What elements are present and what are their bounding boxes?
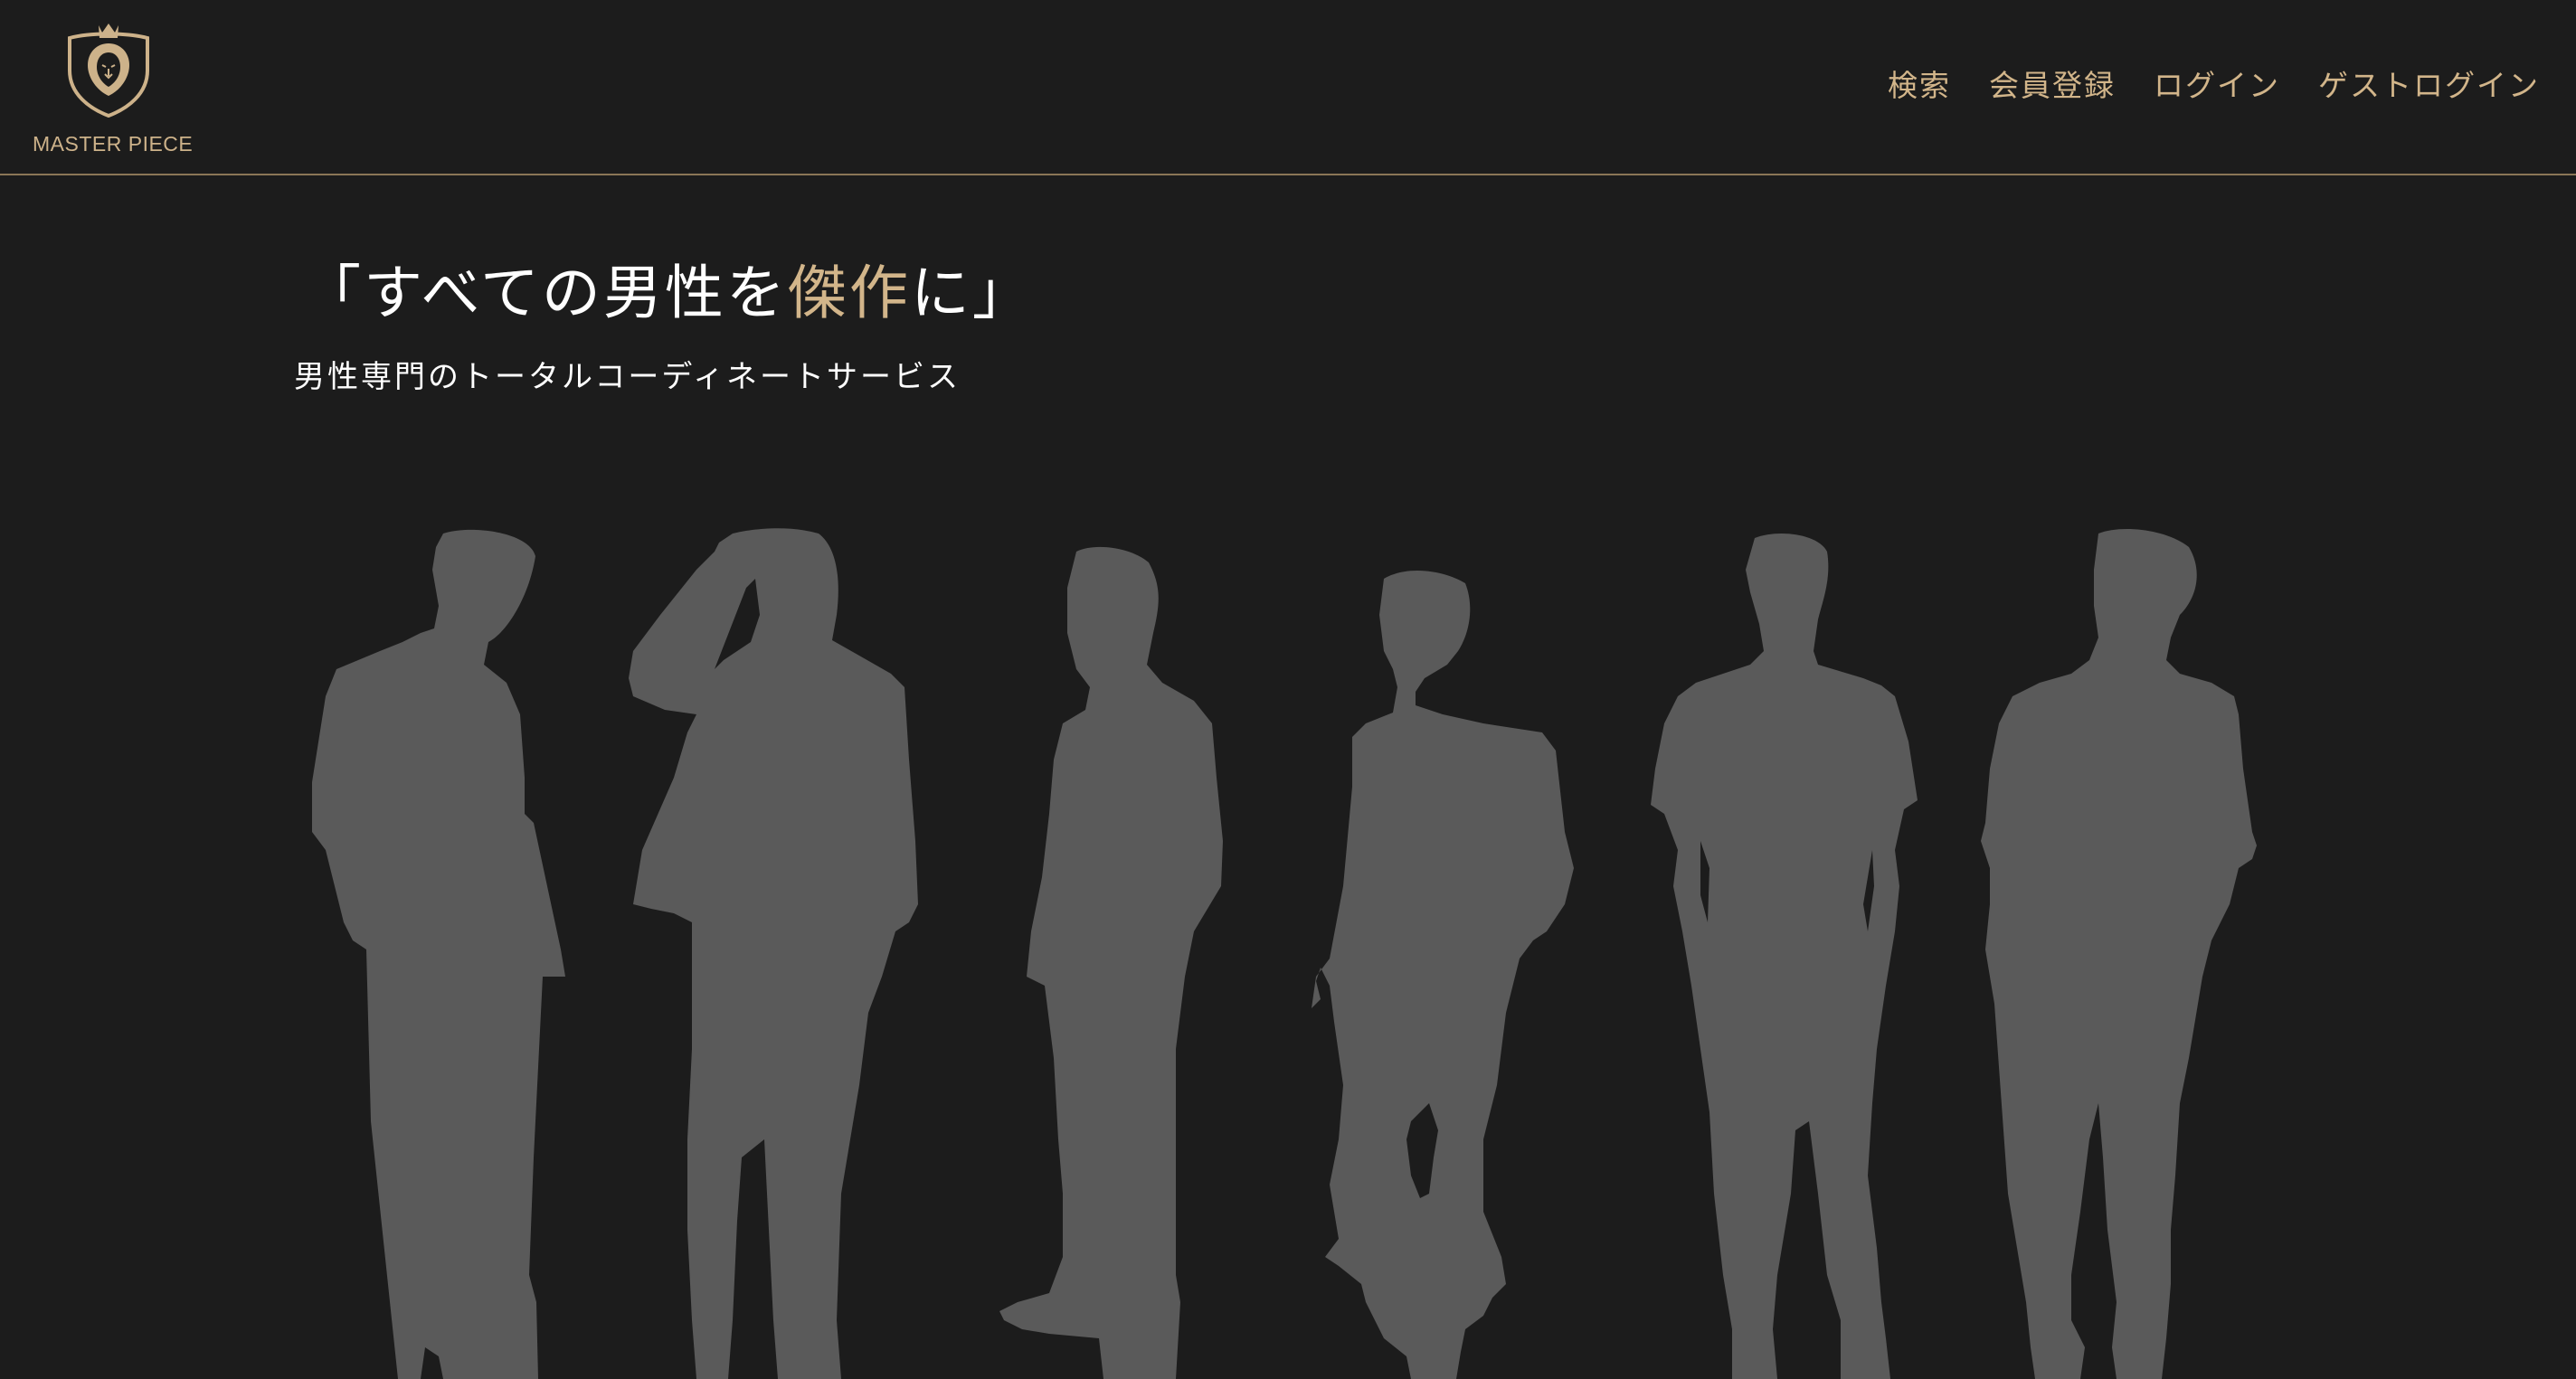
silhouette-man-6 — [1981, 529, 2257, 1379]
nav-register-link[interactable]: 会員登録 — [1989, 63, 2116, 109]
main-nav: 検索 会員登録 ログイン ゲストログイン — [1888, 63, 2540, 109]
hero-title: 「すべての男性を傑作に」 — [302, 255, 1034, 333]
nav-search-link[interactable]: 検索 — [1888, 63, 1951, 109]
nav-guest-login-link[interactable]: ゲストログイン — [2318, 63, 2540, 109]
page: MASTER PIECE 検索 会員登録 ログイン ゲストログイン 「すべての男… — [0, 0, 2576, 1379]
brand-name: MASTER PIECE — [33, 132, 194, 156]
silhouette-man-1 — [312, 529, 565, 1379]
silhouette-man-5 — [1651, 534, 1918, 1379]
silhouette-man-3 — [999, 546, 1223, 1379]
nav-login-link[interactable]: ログイン — [2154, 63, 2280, 109]
logo-link[interactable]: MASTER PIECE — [33, 20, 194, 165]
men-silhouettes-illustration — [312, 528, 2257, 1379]
hero-title-before: 「すべての男性を — [302, 260, 788, 327]
lion-crest-icon — [68, 24, 149, 118]
hero-title-highlight: 傑作 — [787, 260, 911, 327]
hero-subtitle: 男性専門のトータルコーディネートサービス — [294, 359, 961, 395]
silhouette-man-4 — [1312, 570, 1574, 1379]
silhouette-man-2 — [629, 528, 918, 1379]
hero-title-after: に」 — [910, 260, 1034, 327]
site-header: MASTER PIECE 検索 会員登録 ログイン ゲストログイン — [0, 0, 2576, 175]
